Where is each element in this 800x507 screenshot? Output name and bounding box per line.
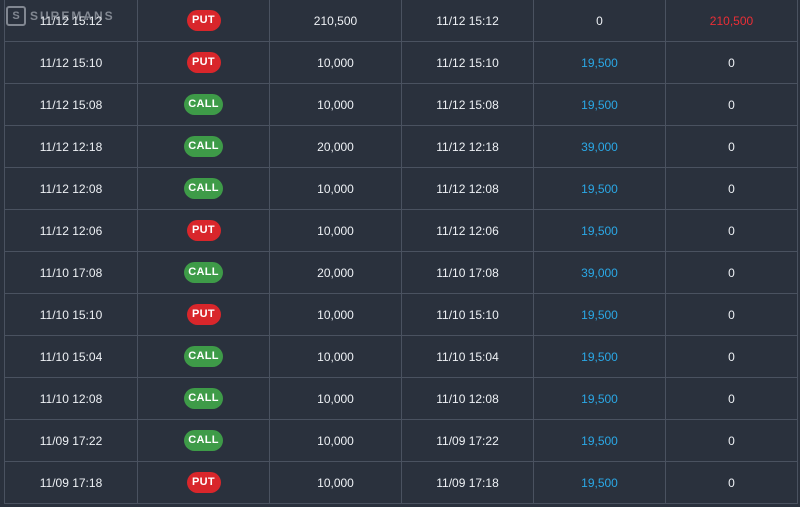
close-time-cell: 11/09 17:18 <box>401 461 534 504</box>
direction-cell: PUT <box>137 209 270 252</box>
call-badge: CALL <box>184 136 223 157</box>
payout-cell: 39,000 <box>533 251 666 294</box>
table-row[interactable]: 11/12 12:08 CALL 10,000 11/12 12:08 19,500 0 <box>4 167 798 210</box>
amount-cell: 10,000 <box>269 293 402 336</box>
amount-cell: 20,000 <box>269 125 402 168</box>
payout-cell: 0 <box>533 0 666 42</box>
payout-cell: 19,500 <box>533 167 666 210</box>
amount-cell: 10,000 <box>269 377 402 420</box>
close-time-cell: 11/09 17:22 <box>401 419 534 462</box>
amount-cell: 20,000 <box>269 251 402 294</box>
put-badge: PUT <box>186 220 221 241</box>
amount-cell: 10,000 <box>269 461 402 504</box>
call-badge: CALL <box>184 388 223 409</box>
payout-cell: 19,500 <box>533 83 666 126</box>
close-time-cell: 11/12 12:06 <box>401 209 534 252</box>
table-row[interactable]: 11/12 12:06 PUT 10,000 11/12 12:06 19,500 0 <box>4 209 798 252</box>
call-badge: CALL <box>184 178 223 199</box>
loss-cell: 0 <box>665 83 798 126</box>
table-row[interactable]: 11/12 15:12 PUT 210,500 11/12 15:12 0 210,500 <box>4 0 798 42</box>
put-badge: PUT <box>186 10 221 31</box>
payout-cell: 19,500 <box>533 377 666 420</box>
open-time-cell: 11/12 15:12 <box>4 0 138 42</box>
close-time-cell: 11/12 12:18 <box>401 125 534 168</box>
payout-cell: 39,000 <box>533 125 666 168</box>
table-row[interactable]: 11/12 15:08 CALL 10,000 11/12 15:08 19,500 0 <box>4 83 798 126</box>
open-time-cell: 11/10 12:08 <box>4 377 138 420</box>
open-time-cell: 11/12 12:18 <box>4 125 138 168</box>
direction-cell: CALL <box>137 335 270 378</box>
loss-cell: 0 <box>665 251 798 294</box>
payout-cell: 19,500 <box>533 41 666 84</box>
direction-cell: CALL <box>137 419 270 462</box>
payout-cell: 19,500 <box>533 419 666 462</box>
put-badge: PUT <box>186 304 221 325</box>
open-time-cell: 11/10 17:08 <box>4 251 138 294</box>
table-row[interactable]: 11/09 17:22 CALL 10,000 11/09 17:22 19,500 0 <box>4 419 798 462</box>
loss-cell: 0 <box>665 293 798 336</box>
payout-cell: 19,500 <box>533 293 666 336</box>
close-time-cell: 11/12 12:08 <box>401 167 534 210</box>
amount-cell: 10,000 <box>269 209 402 252</box>
loss-cell: 0 <box>665 41 798 84</box>
open-time-cell: 11/12 15:08 <box>4 83 138 126</box>
payout-cell: 19,500 <box>533 209 666 252</box>
loss-cell: 0 <box>665 335 798 378</box>
open-time-cell: 11/09 17:22 <box>4 419 138 462</box>
direction-cell: CALL <box>137 83 270 126</box>
call-badge: CALL <box>184 94 223 115</box>
close-time-cell: 11/12 15:08 <box>401 83 534 126</box>
direction-cell: PUT <box>137 41 270 84</box>
table-row[interactable]: 11/09 17:18 PUT 10,000 11/09 17:18 19,500 0 <box>4 461 798 504</box>
close-time-cell: 11/10 17:08 <box>401 251 534 294</box>
table-row[interactable]: 11/10 17:08 CALL 20,000 11/10 17:08 39,000 0 <box>4 251 798 294</box>
amount-cell: 10,000 <box>269 335 402 378</box>
table-row[interactable]: 11/10 15:10 PUT 10,000 11/10 15:10 19,500 0 <box>4 293 798 336</box>
payout-cell: 19,500 <box>533 461 666 504</box>
close-time-cell: 11/12 15:12 <box>401 0 534 42</box>
open-time-cell: 11/09 17:18 <box>4 461 138 504</box>
loss-cell: 210,500 <box>665 0 798 42</box>
open-time-cell: 11/10 15:10 <box>4 293 138 336</box>
direction-cell: PUT <box>137 461 270 504</box>
direction-cell: PUT <box>137 0 270 42</box>
open-time-cell: 11/12 12:06 <box>4 209 138 252</box>
direction-cell: CALL <box>137 125 270 168</box>
direction-cell: CALL <box>137 377 270 420</box>
put-badge: PUT <box>186 52 221 73</box>
open-time-cell: 11/12 15:10 <box>4 41 138 84</box>
call-badge: CALL <box>184 430 223 451</box>
amount-cell: 10,000 <box>269 41 402 84</box>
amount-cell: 10,000 <box>269 419 402 462</box>
close-time-cell: 11/10 15:04 <box>401 335 534 378</box>
direction-cell: PUT <box>137 293 270 336</box>
loss-cell: 0 <box>665 125 798 168</box>
trade-history-table: 11/12 15:12 PUT 210,500 11/12 15:12 0 210,500… <box>4 0 798 504</box>
open-time-cell: 11/12 12:08 <box>4 167 138 210</box>
close-time-cell: 11/10 12:08 <box>401 377 534 420</box>
loss-cell: 0 <box>665 419 798 462</box>
direction-cell: CALL <box>137 167 270 210</box>
put-badge: PUT <box>186 472 221 493</box>
table-row[interactable]: 11/12 15:10 PUT 10,000 11/12 15:10 19,500 0 <box>4 41 798 84</box>
call-badge: CALL <box>184 346 223 367</box>
loss-cell: 0 <box>665 461 798 504</box>
close-time-cell: 11/10 15:10 <box>401 293 534 336</box>
loss-cell: 0 <box>665 167 798 210</box>
amount-cell: 210,500 <box>269 0 402 42</box>
loss-cell: 0 <box>665 377 798 420</box>
trade-history-panel: 11/12 15:12 PUT 210,500 11/12 15:12 0 210,500… <box>0 0 800 507</box>
table-row[interactable]: 11/10 12:08 CALL 10,000 11/10 12:08 19,500 0 <box>4 377 798 420</box>
call-badge: CALL <box>184 262 223 283</box>
payout-cell: 19,500 <box>533 335 666 378</box>
table-row[interactable]: 11/12 12:18 CALL 20,000 11/12 12:18 39,000 0 <box>4 125 798 168</box>
close-time-cell: 11/12 15:10 <box>401 41 534 84</box>
amount-cell: 10,000 <box>269 83 402 126</box>
table-row[interactable]: 11/10 15:04 CALL 10,000 11/10 15:04 19,500 0 <box>4 335 798 378</box>
trade-rows: 11/12 15:12 PUT 210,500 11/12 15:12 0 210,500… <box>4 0 798 504</box>
direction-cell: CALL <box>137 251 270 294</box>
loss-cell: 0 <box>665 209 798 252</box>
amount-cell: 10,000 <box>269 167 402 210</box>
open-time-cell: 11/10 15:04 <box>4 335 138 378</box>
